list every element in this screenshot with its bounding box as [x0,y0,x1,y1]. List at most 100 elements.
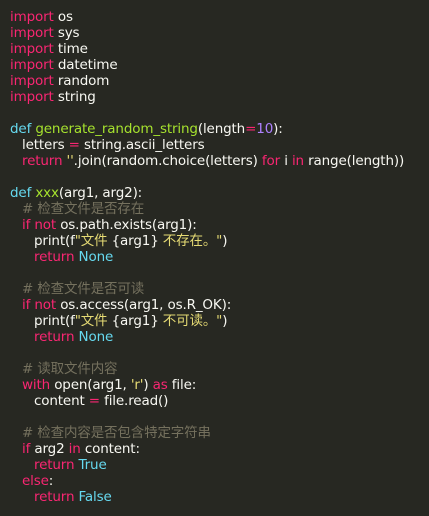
code-line: with open(arg1, 'r') as file: [10,377,429,393]
builtin-token: None [78,249,114,265]
keyword-token: import [10,89,54,105]
code-line: import os [10,9,429,25]
code-line: else: [10,473,429,489]
code-text-token: {arg1} [111,313,159,329]
keyword-token: return [34,329,75,345]
code-text-token: {arg1} [111,233,159,249]
code-line: if not os.access(arg1, os.R_OK): [10,297,429,313]
code-line: # 读取文件内容 [10,361,429,377]
builtin-token: def [10,121,32,137]
operator-token: = [68,137,80,153]
code-text-token: arg2 [30,441,69,457]
keyword-token: in [68,441,81,457]
function-name-token: xxx [35,185,59,201]
number-token: 10 [256,121,274,137]
code-text-token: ) [143,377,153,393]
code-line: letters = string.ascii_letters [10,137,429,153]
code-line: import datetime [10,57,429,73]
string-token: 不可读。" [158,313,223,329]
code-text-token: letters [22,137,69,153]
keyword-token: not [34,297,57,313]
code-line: import string [10,89,429,105]
string-token: '' [66,153,74,169]
code-line: import random [10,73,429,89]
code-text-token: content: [80,441,140,457]
code-line: content = file.read() [10,393,429,409]
code-line: # 检查文件是否存在 [10,201,429,217]
code-editor[interactable]: import os import sys import time import dat… [0,0,429,516]
string-token: 'r' [130,377,144,393]
operator-token: = [245,121,257,137]
comment-token: # 检查文件是否可读 [22,281,145,297]
code-text-token: os [53,9,73,25]
code-line: def xxx(arg1, arg2): [10,185,429,201]
code-text-token: .join(random.choice(letters) [73,153,262,169]
code-text-token: (length [197,121,246,137]
code-line: # 检查文件是否可读 [10,281,429,297]
keyword-token: for [261,153,281,169]
keyword-token: else [22,473,49,489]
code-line: # 检查内容是否包含特定字符串 [10,425,429,441]
code-text-token: string.ascii_letters [79,137,205,153]
string-token: 不存在。" [158,233,223,249]
code-text-token: ): [273,121,283,137]
comment-token: # 检查内容是否包含特定字符串 [22,425,211,441]
code-line: if arg2 in content: [10,441,429,457]
operator-token: = [88,393,100,409]
keyword-token: with [22,377,51,393]
keyword-token: import [10,73,54,89]
keyword-token: return [22,153,63,169]
code-line: return None [10,249,429,265]
code-line: return True [10,457,429,473]
code-text-token: open(arg1, [50,377,131,393]
code-text-token: print(f [34,313,75,329]
code-text-token: datetime [53,57,118,73]
keyword-token: in [291,153,304,169]
code-line: if not os.path.exists(arg1): [10,217,429,233]
keyword-token: not [34,217,57,233]
code-line: print(f"文件 {arg1} 不可读。") [10,313,429,329]
code-text-token: range(length)) [303,153,405,169]
code-text-token: ) [222,313,228,329]
code-text-token: sys [53,25,80,41]
code-line: return False [10,489,429,505]
function-name-token: generate_random_string [35,121,198,137]
code-line: print(f"文件 {arg1} 不存在。") [10,233,429,249]
code-line: import time [10,41,429,57]
code-line: import sys [10,25,429,41]
code-text-token: ) [222,233,228,249]
builtin-token: True [78,457,107,473]
keyword-token: import [10,9,54,25]
code-text-token: time [53,41,88,57]
keyword-token: return [34,457,75,473]
keyword-token: import [10,41,54,57]
code-text-token: file: [167,377,197,393]
builtin-token: False [78,489,112,505]
keyword-token: if [22,217,31,233]
keyword-token: if [22,297,31,313]
keyword-token: if [22,441,31,457]
keyword-token: return [34,249,75,265]
builtin-token: None [78,329,114,345]
code-line: def generate_random_string(length=10): [10,121,429,137]
code-text-token: : [48,473,54,489]
keyword-token: return [34,489,75,505]
code-text-token: os.access(arg1, os.R_OK): [56,297,232,313]
comment-token: # 检查文件是否存在 [22,201,145,217]
code-text-token: (arg1, arg2): [58,185,143,201]
keyword-token: as [152,377,168,393]
comment-token: # 读取文件内容 [22,361,118,377]
string-token: "文件 [74,233,112,249]
code-text-token: print(f [34,233,75,249]
code-text-token: i [280,153,292,169]
code-line: return None [10,329,429,345]
code-text-token: os.path.exists(arg1): [56,217,197,233]
code-text-token: string [53,89,96,105]
builtin-token: def [10,185,32,201]
code-text-token: file.read() [99,393,169,409]
